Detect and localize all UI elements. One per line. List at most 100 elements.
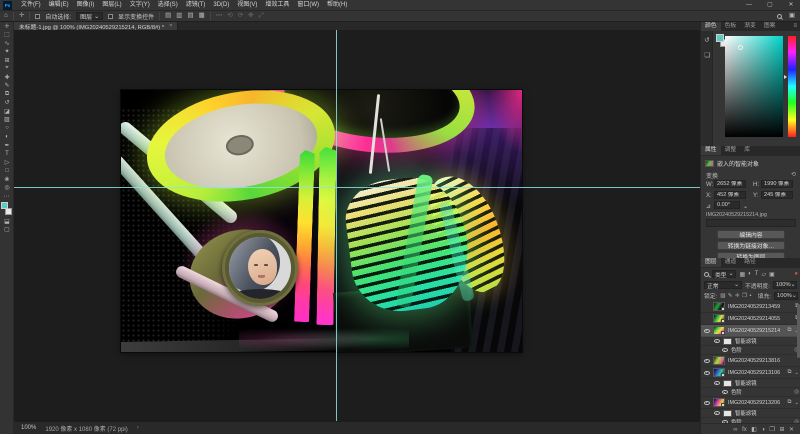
layer-thumbnail[interactable] — [713, 398, 725, 407]
foreground-color-swatch[interactable] — [1, 202, 8, 209]
visibility-toggle[interactable] — [703, 401, 710, 405]
crop-tool[interactable]: ⊞ — [0, 56, 14, 65]
status-chevron-icon[interactable]: › — [137, 425, 139, 431]
tab-色板[interactable]: 色板 — [721, 22, 741, 31]
toolbar-more-icon[interactable]: ⋯ — [0, 192, 13, 200]
filter-shape-icon[interactable]: ▱ — [761, 271, 766, 278]
layer-style-icon[interactable]: fx — [742, 427, 747, 433]
type-tool[interactable]: T — [0, 150, 14, 159]
home-icon[interactable]: ⌂ — [4, 11, 8, 21]
visibility-toggle[interactable] — [713, 339, 720, 343]
visibility-toggle[interactable] — [721, 390, 728, 394]
tab-库[interactable]: 库 — [740, 146, 754, 155]
lock-all-icon[interactable]: ▪ — [750, 293, 752, 299]
tab-渐变[interactable]: 渐变 — [740, 22, 760, 31]
close-button[interactable]: ✕ — [786, 0, 796, 10]
width-field[interactable]: 2652 像素 — [714, 180, 746, 188]
panel-menu-icon[interactable]: ≡ — [793, 22, 797, 31]
layer-thumbnail[interactable] — [713, 326, 725, 335]
workspace-switcher-icon[interactable]: ▣ — [789, 11, 795, 21]
layer-row[interactable]: IMG20240529213206⧉⌄ — [701, 397, 800, 409]
visibility-toggle[interactable] — [713, 381, 720, 385]
background-color-swatch[interactable] — [5, 208, 12, 215]
maximize-button[interactable]: ▢ — [765, 0, 775, 10]
layer-row[interactable]: IMG20240529213106⧉⌄ — [701, 367, 800, 379]
menu-item-0[interactable]: 文件(F) — [17, 0, 45, 11]
layer-thumbnail[interactable] — [713, 356, 725, 365]
x-field[interactable]: 452 像素 — [714, 191, 746, 199]
tab-属性[interactable]: 属性 — [701, 146, 721, 155]
marquee-tool[interactable]: ⬚ — [0, 31, 14, 40]
height-field[interactable]: 1990 像素 — [761, 180, 793, 188]
auto-select-dropdown[interactable]: 图层⌄ — [76, 12, 103, 20]
lock-pixels-icon[interactable]: ✎ — [728, 293, 733, 299]
delete-layer-icon[interactable]: ✕ — [789, 426, 794, 433]
move-tool-icon[interactable]: ✛ — [19, 11, 24, 21]
menu-item-3[interactable]: 图层(L) — [98, 0, 125, 11]
expand-filters-icon[interactable]: ⌄ — [794, 370, 799, 376]
menu-item-4[interactable]: 文字(Y) — [126, 0, 154, 11]
saturation-brightness-field[interactable] — [725, 36, 783, 137]
tab-调整[interactable]: 调整 — [721, 146, 741, 155]
menu-item-10[interactable]: 窗口(W) — [293, 0, 323, 11]
dodge-tool[interactable]: ◐ — [0, 133, 14, 142]
visibility-toggle[interactable] — [703, 371, 710, 375]
align-top-icon[interactable]: ▦ — [199, 11, 205, 21]
smart-filters-row[interactable]: 智能滤镜 — [701, 379, 800, 388]
adjustment-layer-icon[interactable]: ◑ — [761, 427, 765, 433]
lasso-tool[interactable]: ∿ — [0, 39, 14, 48]
more-options-icon[interactable]: ⋯ — [216, 11, 223, 21]
history-icon[interactable]: ↺ — [701, 34, 713, 46]
tab-颜色[interactable]: 颜色 — [701, 22, 721, 31]
visibility-toggle[interactable] — [703, 329, 710, 333]
document-area[interactable] — [14, 30, 700, 421]
tab-图层[interactable]: 图层 — [701, 258, 721, 267]
align-right-icon[interactable]: ▤ — [187, 11, 193, 21]
filter-options-icon[interactable]: ◎ — [794, 389, 799, 395]
screen-mode-icon[interactable]: ▢ — [0, 226, 14, 235]
angle-field[interactable]: 0.00° — [714, 201, 740, 209]
foreground-color-swatch[interactable] — [716, 34, 724, 42]
filter-type-icon[interactable]: T — [755, 271, 759, 278]
expand-filters-icon[interactable]: ⌄ — [794, 400, 799, 406]
link-dimensions-icon[interactable]: ⟲ — [791, 171, 796, 178]
filename-field[interactable] — [706, 219, 796, 227]
layer-filter-toggle[interactable]: ● — [794, 271, 798, 277]
shape-tool[interactable]: □ — [0, 167, 14, 176]
layer-thumbnail[interactable] — [713, 314, 725, 323]
show-transform-checkbox[interactable] — [108, 14, 113, 19]
filter-mask-thumbnail[interactable] — [723, 380, 732, 387]
layer-thumbnail[interactable] — [713, 302, 725, 311]
canvas[interactable] — [121, 90, 522, 352]
new-layer-icon[interactable]: ⊞ — [779, 426, 784, 433]
hue-slider[interactable] — [788, 36, 796, 137]
visibility-toggle[interactable] — [713, 411, 720, 415]
filter-adjustment-icon[interactable]: ◐ — [748, 271, 752, 278]
visibility-toggle[interactable] — [703, 359, 710, 363]
path-selection-tool[interactable]: ▷ — [0, 158, 14, 167]
lock-transparency-icon[interactable]: ▨ — [720, 293, 725, 299]
menu-item-7[interactable]: 3D(D) — [209, 0, 233, 11]
hue-slider-arrow[interactable] — [784, 75, 787, 79]
layer-row[interactable]: IMG20240529215214⧉⌄ — [701, 325, 800, 337]
hand-tool[interactable]: ❀ — [0, 175, 14, 184]
filter-mask-thumbnail[interactable] — [723, 338, 732, 345]
guide-vertical[interactable] — [336, 30, 337, 421]
minimize-button[interactable]: — — [744, 0, 754, 10]
photoshop-logo[interactable]: Ps — [3, 1, 12, 10]
eyedropper-tool[interactable]: ⌖ — [0, 65, 14, 74]
menu-item-11[interactable]: 帮助(H) — [323, 0, 351, 11]
blend-mode-dropdown[interactable]: 正常⌄ — [704, 281, 742, 289]
color-cursor[interactable] — [738, 45, 743, 50]
angle-dropdown-icon[interactable]: ⌄ — [743, 203, 748, 210]
auto-select-checkbox[interactable] — [35, 14, 40, 19]
edit-contents-button[interactable]: 编辑内容 — [717, 230, 785, 239]
search-icon[interactable] — [777, 14, 782, 19]
guide-horizontal[interactable] — [14, 187, 700, 188]
quick-selection-tool[interactable]: ✦ — [0, 48, 14, 57]
layer-filter-type-dropdown[interactable]: 类型⌄ — [712, 270, 736, 278]
filter-pixel-icon[interactable]: ▦ — [739, 271, 745, 278]
tab-路径[interactable]: 路径 — [740, 258, 760, 267]
blur-tool[interactable]: ○ — [0, 124, 14, 133]
layer-row[interactable]: IMG20240529213459⧉ — [701, 301, 800, 313]
